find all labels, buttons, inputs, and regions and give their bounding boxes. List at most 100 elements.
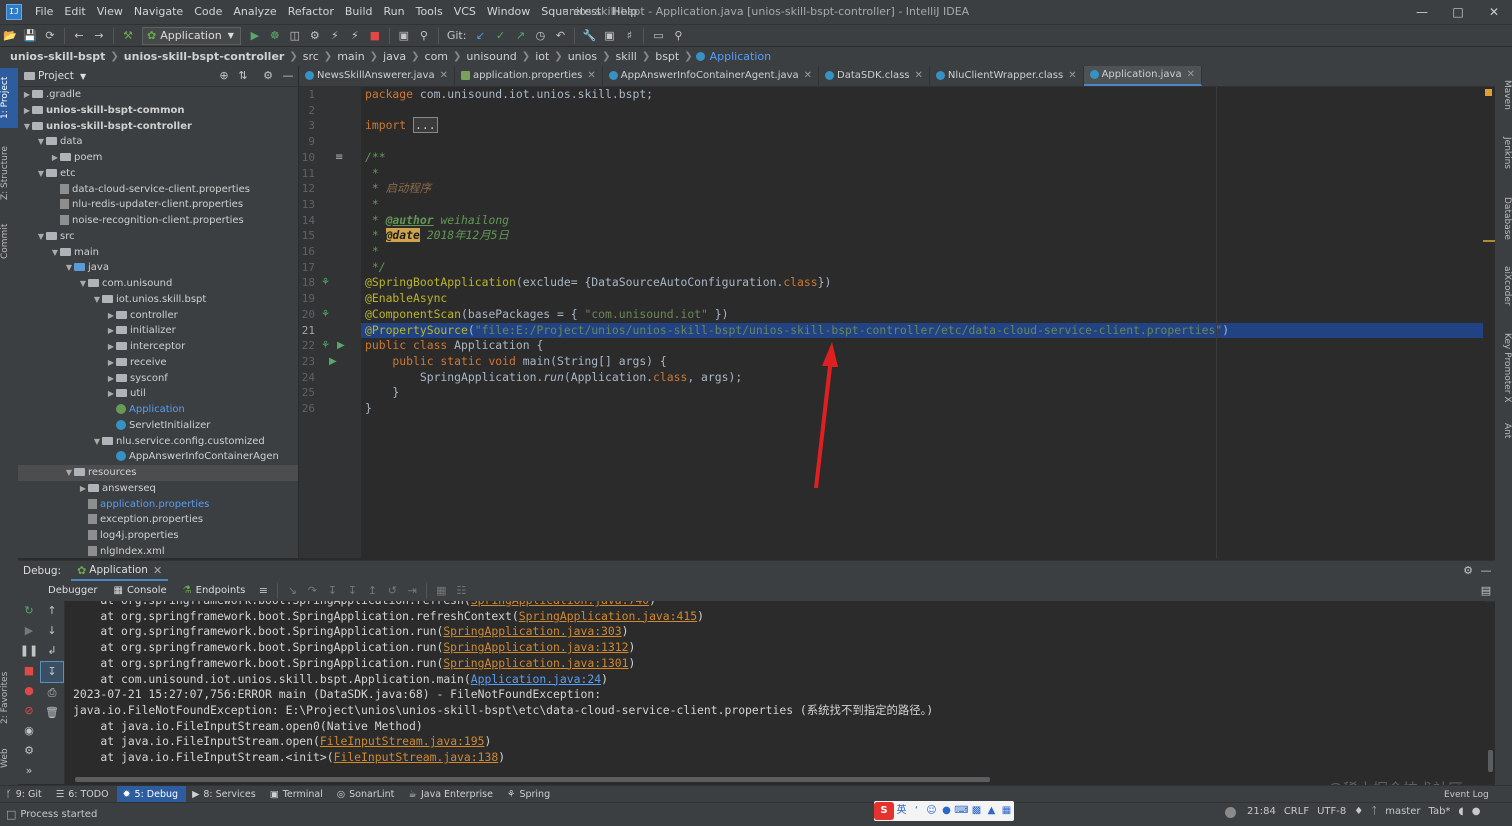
back-icon[interactable]: ← [71, 28, 87, 44]
chevron-down-icon[interactable]: ▼ [36, 229, 46, 245]
tab-project[interactable]: 1: Project [0, 68, 18, 128]
tab-console[interactable]: ▦ Console [106, 581, 175, 601]
tool-window-button[interactable]: ☕ Java Enterprise [402, 786, 501, 803]
tree-item[interactable]: ▼ data [18, 134, 298, 150]
debug-bug-icon[interactable]: ☸ [267, 28, 283, 44]
tree-item[interactable]: ServletInitializer [18, 418, 298, 434]
trace-icon[interactable]: ☷ [453, 583, 469, 599]
tool-window-button[interactable]: ▶ 8: Services [186, 786, 264, 803]
tool-window-button[interactable]: ◎ SonarLint [331, 786, 403, 803]
line-separator[interactable]: CRLF [1280, 806, 1313, 817]
hide-panel-icon[interactable]: — [280, 68, 296, 84]
chevron-right-icon[interactable]: ▶ [22, 103, 32, 119]
menu-item[interactable]: Edit [59, 0, 91, 24]
tree-item[interactable]: ▶ util [18, 386, 298, 402]
profile-icon[interactable]: ⚙ [307, 28, 323, 44]
close-icon[interactable]: ✕ [153, 564, 162, 577]
tab-maven[interactable]: Maven [1495, 70, 1512, 120]
event-log[interactable]: Event Log [1440, 790, 1493, 800]
editor-tab[interactable]: DataSDK.class ✕ [819, 66, 930, 86]
breadcrumb-item[interactable]: Application [708, 50, 773, 63]
search-everywhere-icon[interactable]: ⚲ [416, 28, 432, 44]
stacktrace-link[interactable]: SpringApplication.java:1301 [443, 656, 628, 670]
git-branch[interactable]: master [1381, 806, 1424, 817]
indent-setting[interactable]: Tab* [1424, 806, 1454, 817]
breadcrumb-item[interactable]: java [381, 50, 408, 63]
stacktrace-link[interactable]: SpringApplication.java:1312 [443, 640, 628, 654]
editor-tab[interactable]: AppAnswerInfoContainerAgent.java ✕ [603, 66, 820, 86]
doc-render-icon[interactable]: ≡ [335, 150, 343, 166]
tree-item[interactable]: ▶ receive [18, 355, 298, 371]
punctuation-icon[interactable]: ‘ [909, 802, 924, 820]
ime-lang[interactable]: 英 [894, 802, 909, 820]
tab-web[interactable]: Web [0, 738, 18, 778]
mute-breakpoints-icon[interactable]: ⊘ [18, 701, 40, 721]
chevron-right-icon[interactable]: ▶ [106, 339, 116, 355]
breadcrumb-item[interactable]: unios-skill-bspt-controller [122, 50, 287, 63]
plugin-icon[interactable]: ♯ [621, 28, 637, 44]
resume-icon[interactable]: ▶ [18, 621, 40, 641]
tree-item[interactable]: nlgIndex.xml [18, 544, 298, 558]
stacktrace-link[interactable]: SpringApplication.java:740 [471, 601, 649, 607]
vertical-scrollbar[interactable] [1488, 750, 1493, 772]
search-icon[interactable]: ⚲ [670, 28, 686, 44]
stacktrace-link[interactable]: SpringApplication.java:303 [443, 624, 621, 638]
build-hammer-icon[interactable]: ⚒ [120, 28, 136, 44]
stop-icon[interactable]: ■ [18, 661, 40, 681]
menu-item[interactable]: Tools [411, 0, 449, 24]
gear-icon[interactable]: ⚙ [1460, 563, 1476, 579]
drop-frame-icon[interactable]: ↺ [384, 583, 400, 599]
menu-item[interactable]: Code [189, 0, 228, 24]
breadcrumb-item[interactable]: src [301, 50, 321, 63]
breadcrumb-item[interactable]: skill [614, 50, 639, 63]
breadcrumb-item[interactable]: unios [566, 50, 599, 63]
tool-window-button[interactable]: ⚘ Spring [501, 786, 558, 803]
spring-bean-icon[interactable]: ⚘ [321, 307, 330, 323]
tab-structure[interactable]: Z: Structure [0, 138, 18, 208]
minimize-icon[interactable]: — [1404, 0, 1440, 24]
memory-indicator-icon[interactable] [1225, 807, 1236, 818]
caret-position[interactable]: 21:84 [1243, 806, 1280, 817]
chevron-down-icon[interactable]: ▼ [22, 119, 32, 135]
chevron-right-icon[interactable]: ▶ [78, 481, 88, 497]
code-editor[interactable]: package com.unisound.iot.unios.skill.bsp… [361, 87, 1495, 558]
pause-icon[interactable]: ❚❚ [18, 641, 40, 661]
notifications-icon[interactable]: ● [1468, 806, 1485, 817]
presentation-icon[interactable]: ▭ [650, 28, 666, 44]
editor-tab[interactable]: NluClientWrapper.class ✕ [930, 66, 1084, 86]
tab-ant[interactable]: Ant [1495, 416, 1512, 446]
tree-item[interactable]: application.properties [18, 497, 298, 513]
file-encoding[interactable]: UTF-8 [1313, 806, 1350, 817]
wrench-icon[interactable]: 🔧 [581, 28, 597, 44]
soft-wrap-icon[interactable]: ↲ [40, 641, 64, 661]
folded-imports[interactable]: ... [413, 117, 438, 134]
close-tab-icon[interactable]: ✕ [1068, 70, 1076, 81]
menu-item[interactable]: Analyze [228, 0, 282, 24]
tool-window-button[interactable]: ☰ 6: TODO [50, 786, 117, 803]
chevron-right-icon[interactable]: ▶ [106, 371, 116, 387]
warning-marker-icon[interactable] [1485, 89, 1492, 96]
stacktrace-link[interactable]: Application.java:24 [471, 672, 601, 686]
editor-tab[interactable]: Application.java ✕ [1083, 66, 1202, 86]
locate-icon[interactable]: ⊕ [216, 68, 232, 84]
breadcrumb-item[interactable]: iot [533, 50, 551, 63]
attach-icon[interactable]: ⚡ [327, 28, 343, 44]
breadcrumb-item[interactable]: unios-skill-bspt [8, 50, 107, 63]
tree-item[interactable]: ▼ unios-skill-bspt-controller [18, 119, 298, 135]
gear-icon[interactable]: ⚙ [260, 68, 276, 84]
run-to-cursor-icon[interactable]: ⇥ [404, 583, 420, 599]
tree-item[interactable]: ▶ unios-skill-bspt-common [18, 103, 298, 119]
git-update-icon[interactable]: ↙ [472, 28, 488, 44]
spring-bean-icon[interactable]: ⚘ [321, 338, 330, 354]
tree-item[interactable]: noise-recognition-client.properties [18, 213, 298, 229]
menu-item[interactable]: Refactor [283, 0, 340, 24]
tree-item[interactable]: AppAnswerInfoContainerAgen [18, 449, 298, 465]
console-output[interactable]: at org.springframework.boot.SpringApplic… [65, 601, 1485, 776]
chevron-down-icon[interactable]: ▼ [36, 134, 46, 150]
menu-item[interactable]: Navigate [129, 0, 189, 24]
rerun-icon[interactable]: ⚡ [347, 28, 363, 44]
close-tab-icon[interactable]: ✕ [1187, 69, 1195, 80]
run-gutter-icon[interactable]: ▶ [337, 338, 345, 354]
forward-icon[interactable]: → [91, 28, 107, 44]
close-tab-icon[interactable]: ✕ [915, 70, 923, 81]
